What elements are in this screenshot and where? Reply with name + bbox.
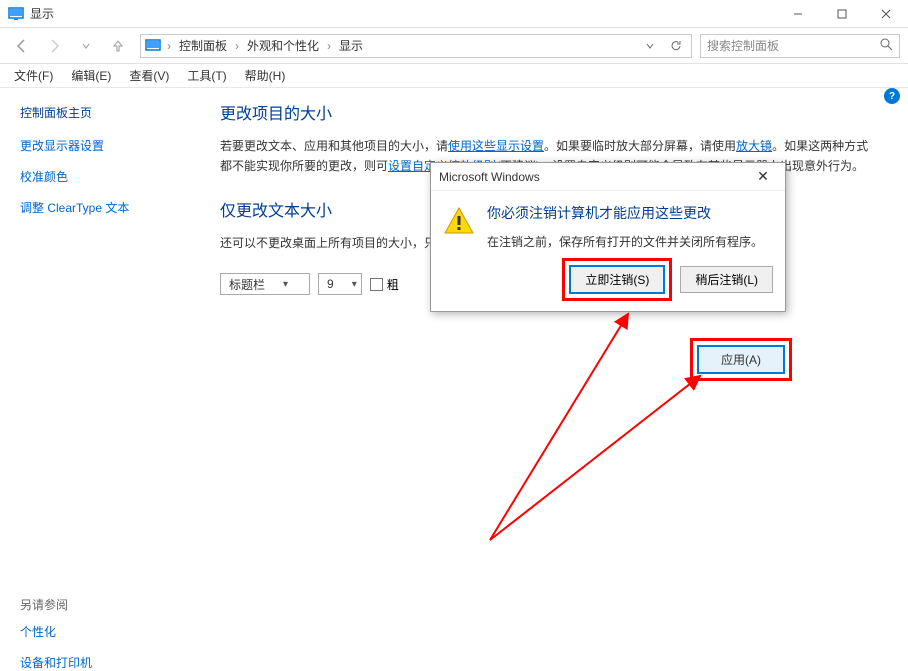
breadcrumb-item[interactable]: 显示 xyxy=(337,37,365,54)
sidebar-link-display-settings[interactable]: 更改显示器设置 xyxy=(20,137,180,154)
menu-bar: 文件(F) 编辑(E) 查看(V) 工具(T) 帮助(H) xyxy=(0,64,908,88)
menu-file[interactable]: 文件(F) xyxy=(6,64,61,87)
warning-icon xyxy=(443,205,475,237)
search-placeholder: 搜索控制面板 xyxy=(707,37,879,54)
checkbox-box xyxy=(370,278,383,291)
refresh-button[interactable] xyxy=(665,39,687,53)
dialog-footer: 立即注销(S) 稍后注销(L) xyxy=(562,258,773,301)
bold-checkbox[interactable]: 粗 xyxy=(370,276,399,293)
sidebar-link-calibrate[interactable]: 校准颜色 xyxy=(20,168,180,185)
address-dropdown[interactable] xyxy=(639,41,661,51)
link-display-settings[interactable]: 使用这些显示设置 xyxy=(448,139,544,153)
text: 若要更改文本、应用和其他项目的大小，请 xyxy=(220,139,448,153)
logout-now-button[interactable]: 立即注销(S) xyxy=(569,265,665,294)
menu-help[interactable]: 帮助(H) xyxy=(237,64,294,87)
help-icon[interactable]: ? xyxy=(884,88,900,104)
chevron-right-icon: › xyxy=(233,39,241,53)
heading-change-size: 更改项目的大小 xyxy=(220,100,878,124)
breadcrumb-item[interactable]: 控制面板 xyxy=(177,37,229,54)
recent-dropdown[interactable] xyxy=(72,32,100,60)
menu-tools[interactable]: 工具(T) xyxy=(179,64,234,87)
dialog-body: 你必须注销计算机才能应用这些更改 在注销之前，保存所有打开的文件并关闭所有程序。 xyxy=(431,191,785,262)
address-bar[interactable]: › 控制面板 › 外观和个性化 › 显示 xyxy=(140,34,692,58)
apply-button-container: 应用(A) xyxy=(690,338,792,381)
menu-edit[interactable]: 编辑(E) xyxy=(63,64,119,87)
logout-later-button[interactable]: 稍后注销(L) xyxy=(680,266,773,293)
chevron-down-icon: ▾ xyxy=(352,279,357,290)
sidebar: 控制面板主页 更改显示器设置 校准颜色 调整 ClearType 文本 另请参阅… xyxy=(0,88,200,624)
apply-button[interactable]: 应用(A) xyxy=(697,345,785,374)
size-select[interactable]: 9 ▾ xyxy=(318,273,362,295)
menu-view[interactable]: 查看(V) xyxy=(121,64,177,87)
maximize-button[interactable] xyxy=(820,0,864,28)
display-icon xyxy=(8,6,24,22)
minimize-button[interactable] xyxy=(776,0,820,28)
sidebar-home[interactable]: 控制面板主页 xyxy=(20,104,180,121)
logout-dialog: Microsoft Windows ✕ 你必须注销计算机才能应用这些更改 在注销… xyxy=(430,162,786,312)
dialog-close-button[interactable]: ✕ xyxy=(749,163,777,191)
forward-button[interactable] xyxy=(40,32,68,60)
navigation-bar: › 控制面板 › 外观和个性化 › 显示 搜索控制面板 xyxy=(0,28,908,64)
see-also-label: 另请参阅 xyxy=(20,596,180,613)
display-icon xyxy=(145,38,161,54)
dialog-heading: 你必须注销计算机才能应用这些更改 xyxy=(487,203,773,223)
text: 。如果要临时放大部分屏幕，请使用 xyxy=(544,139,736,153)
annotation-highlight: 立即注销(S) xyxy=(562,258,672,301)
see-also-personalize[interactable]: 个性化 xyxy=(20,623,180,640)
window-titlebar: 显示 xyxy=(0,0,908,28)
sidebar-link-cleartype[interactable]: 调整 ClearType 文本 xyxy=(20,199,180,216)
annotation-highlight: 应用(A) xyxy=(690,338,792,381)
search-icon xyxy=(879,37,893,54)
dialog-title: Microsoft Windows xyxy=(439,170,749,184)
search-input[interactable]: 搜索控制面板 xyxy=(700,34,900,58)
chevron-down-icon: ▾ xyxy=(283,279,288,290)
select-value: 9 xyxy=(327,277,334,291)
link-magnifier[interactable]: 放大镜 xyxy=(736,139,772,153)
chevron-right-icon: › xyxy=(325,39,333,53)
back-button[interactable] xyxy=(8,32,36,60)
dialog-content: 你必须注销计算机才能应用这些更改 在注销之前，保存所有打开的文件并关闭所有程序。 xyxy=(487,203,773,250)
window-title: 显示 xyxy=(30,5,776,22)
dialog-titlebar: Microsoft Windows ✕ xyxy=(431,163,785,191)
item-select[interactable]: 标题栏 ▾ xyxy=(220,273,310,295)
close-button[interactable] xyxy=(864,0,908,28)
checkbox-label: 粗 xyxy=(387,276,399,293)
select-value: 标题栏 xyxy=(229,276,265,293)
see-also-devices[interactable]: 设备和打印机 xyxy=(20,654,180,671)
dialog-text: 在注销之前，保存所有打开的文件并关闭所有程序。 xyxy=(487,233,773,250)
chevron-right-icon: › xyxy=(165,39,173,53)
breadcrumb-item[interactable]: 外观和个性化 xyxy=(245,37,321,54)
up-button[interactable] xyxy=(104,32,132,60)
